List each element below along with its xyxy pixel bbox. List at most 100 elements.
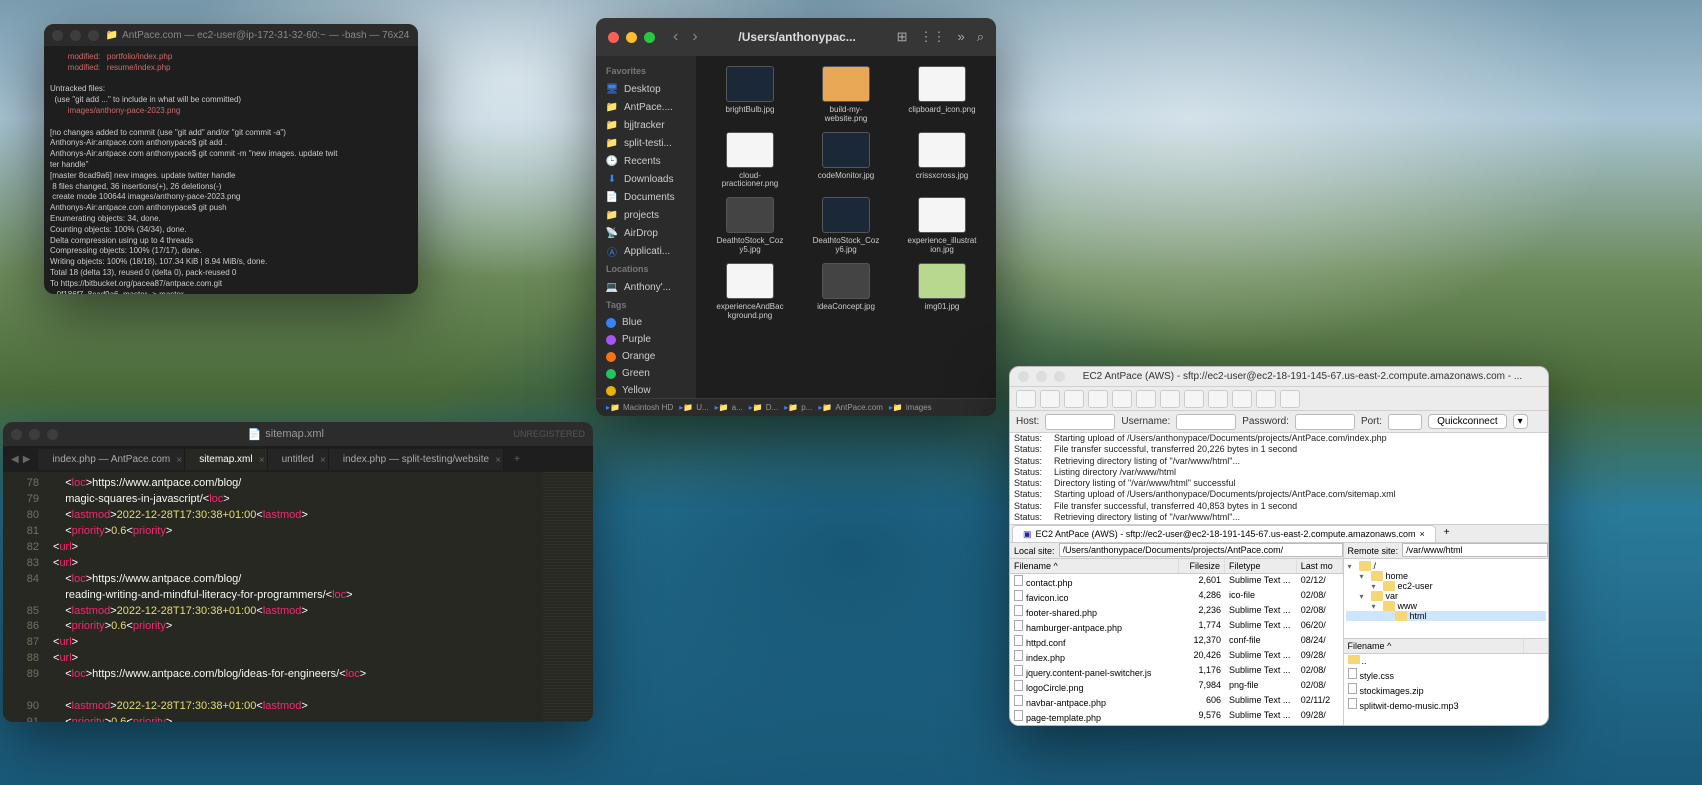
col-filename[interactable]: Filename ^ [1344,639,1524,653]
close-tab-icon[interactable]: × [259,455,265,466]
remote-site-input[interactable] [1402,543,1548,557]
expand-icon[interactable]: ▾ [1348,562,1356,571]
site-tab[interactable]: ▣ EC2 AntPace (AWS) - sftp://ec2-user@ec… [1012,525,1436,542]
toolbar-button[interactable] [1280,390,1300,408]
file-item[interactable]: img01.jpg [898,263,986,321]
sublime-window[interactable]: 📄 sitemap.xml UNREGISTERED ◀ ▶ index.php… [3,422,593,722]
sidebar-item[interactable]: 📡AirDrop [596,224,696,242]
back-button[interactable]: ‹ [673,28,678,46]
finder-pathbar[interactable]: ▸📁Macintosh HD▸📁U...▸📁a...▸📁D...▸📁p...▸📁… [596,398,996,416]
close-tab-icon[interactable]: × [176,455,182,466]
minimize-button[interactable] [29,429,40,440]
maximize-button[interactable] [644,32,655,43]
close-tab-icon[interactable]: × [320,455,326,466]
editor-tab[interactable]: index.php — split-testing/website× [329,449,504,470]
file-row[interactable]: favicon.ico4,286ico-file02/08/ [1010,589,1343,604]
col-filesize[interactable]: Filesize [1179,559,1225,573]
file-item[interactable]: codeMonitor.jpg [802,132,890,190]
more-button[interactable]: » [957,29,964,45]
tag-item[interactable]: Orange [596,348,696,365]
tag-item[interactable]: Purple [596,331,696,348]
file-row[interactable]: stockimages.zip [1344,682,1548,697]
quickconnect-dropdown[interactable]: ▾ [1513,414,1528,429]
minimize-button[interactable] [1036,371,1047,382]
expand-icon[interactable]: ▾ [1360,572,1368,581]
sublime-titlebar[interactable]: 📄 sitemap.xml UNREGISTERED [3,422,593,446]
sidebar-item[interactable]: 📁bjjtracker [596,116,696,134]
file-row[interactable]: hamburger-antpace.php1,774Sublime Text .… [1010,619,1343,634]
file-item[interactable]: ideaConcept.jpg [802,263,890,321]
sidebar-item[interactable]: 🕒Recents [596,152,696,170]
sidebar-item[interactable]: 📄Documents [596,188,696,206]
code-editor[interactable]: <loc>https://www.antpace.com/blog/ magic… [47,472,543,722]
file-row[interactable]: splitwit-demo-music.mp3 [1344,697,1548,712]
close-button[interactable] [608,32,619,43]
tab-back[interactable]: ◀ [11,454,19,465]
port-input[interactable] [1388,414,1422,430]
add-tab-button[interactable]: + [1438,525,1456,542]
maximize-button[interactable] [1054,371,1065,382]
expand-icon[interactable]: ▾ [1372,602,1380,611]
toolbar-button[interactable] [1112,390,1132,408]
editor-tab[interactable]: index.php — AntPace.com× [38,449,185,470]
tag-item[interactable]: Green [596,365,696,382]
close-button[interactable] [11,429,22,440]
quickconnect-button[interactable]: Quickconnect [1428,414,1507,429]
file-row[interactable]: .. [1344,654,1548,667]
path-segment[interactable]: ▸📁images [889,403,932,412]
tree-node[interactable]: ▾var [1346,591,1546,601]
path-segment[interactable]: ▸📁U... [679,403,708,412]
editor-tab[interactable]: untitled× [268,449,329,470]
remote-list-header[interactable]: Filename ^ [1344,639,1548,654]
remote-file-list[interactable]: Filename ^ ..style.cssstockimages.zipspl… [1344,639,1548,726]
tag-item[interactable]: Yellow [596,382,696,398]
close-tab-icon[interactable]: × [495,455,501,466]
new-tab-button[interactable]: + [504,449,530,470]
file-row[interactable]: index.php20,426Sublime Text ...09/28/ [1010,649,1343,664]
file-row[interactable]: jquery.content-panel-switcher.js1,176Sub… [1010,664,1343,679]
file-item[interactable]: DeathtoStock_Cozy6.jpg [802,197,890,255]
toolbar-button[interactable] [1160,390,1180,408]
col-modified[interactable]: Last mo [1297,559,1343,573]
tree-node[interactable]: ▾ec2-user [1346,581,1546,591]
close-button[interactable] [52,30,63,41]
tree-node[interactable]: ▾home [1346,571,1546,581]
col-filename[interactable]: Filename ^ [1010,559,1179,573]
editor-tab[interactable]: sitemap.xml× [185,449,267,470]
tag-item[interactable]: Blue [596,314,696,331]
minimap[interactable] [543,472,593,722]
maximize-button[interactable] [47,429,58,440]
password-input[interactable] [1295,414,1355,430]
close-tab-icon[interactable]: × [1419,529,1424,539]
toolbar-button[interactable] [1088,390,1108,408]
close-button[interactable] [1018,371,1029,382]
sidebar-item[interactable]: 💻Anthony'... [596,278,696,296]
expand-icon[interactable]: ▾ [1372,582,1380,591]
expand-icon[interactable]: ▾ [1360,592,1368,601]
toolbar-button[interactable] [1256,390,1276,408]
file-item[interactable]: clipboard_icon.png [898,66,986,124]
minimize-button[interactable] [70,30,81,41]
sidebar-item[interactable]: 📁projects [596,206,696,224]
local-site-input[interactable] [1059,543,1343,557]
path-segment[interactable]: ▸📁Macintosh HD [606,403,673,412]
sidebar-item[interactable]: ⬇Downloads [596,170,696,188]
terminal-window[interactable]: 📁 AntPace.com — ec2-user@ip-172-31-32-60… [44,24,418,294]
file-item[interactable]: crissxcross.jpg [898,132,986,190]
terminal-titlebar[interactable]: 📁 AntPace.com — ec2-user@ip-172-31-32-60… [44,24,418,46]
path-segment[interactable]: ▸📁D... [749,403,778,412]
sidebar-item[interactable]: 📁split-testi... [596,134,696,152]
tab-fwd[interactable]: ▶ [23,454,31,465]
file-row[interactable]: page-template.php9,576Sublime Text ...09… [1010,709,1343,724]
file-row[interactable]: footer-shared.php2,236Sublime Text ...02… [1010,604,1343,619]
username-input[interactable] [1176,414,1236,430]
file-item[interactable]: experience_illustration.jpg [898,197,986,255]
sidebar-item[interactable]: 📁AntPace.... [596,98,696,116]
file-item[interactable]: build-my-website.png [802,66,890,124]
file-row[interactable]: contact.php2,601Sublime Text ...02/12/ [1010,574,1343,589]
toolbar-button[interactable] [1040,390,1060,408]
filezilla-window[interactable]: EC2 AntPace (AWS) - sftp://ec2-user@ec2-… [1009,366,1549,726]
maximize-button[interactable] [88,30,99,41]
path-segment[interactable]: ▸📁a... [715,403,743,412]
toolbar-button[interactable] [1184,390,1204,408]
